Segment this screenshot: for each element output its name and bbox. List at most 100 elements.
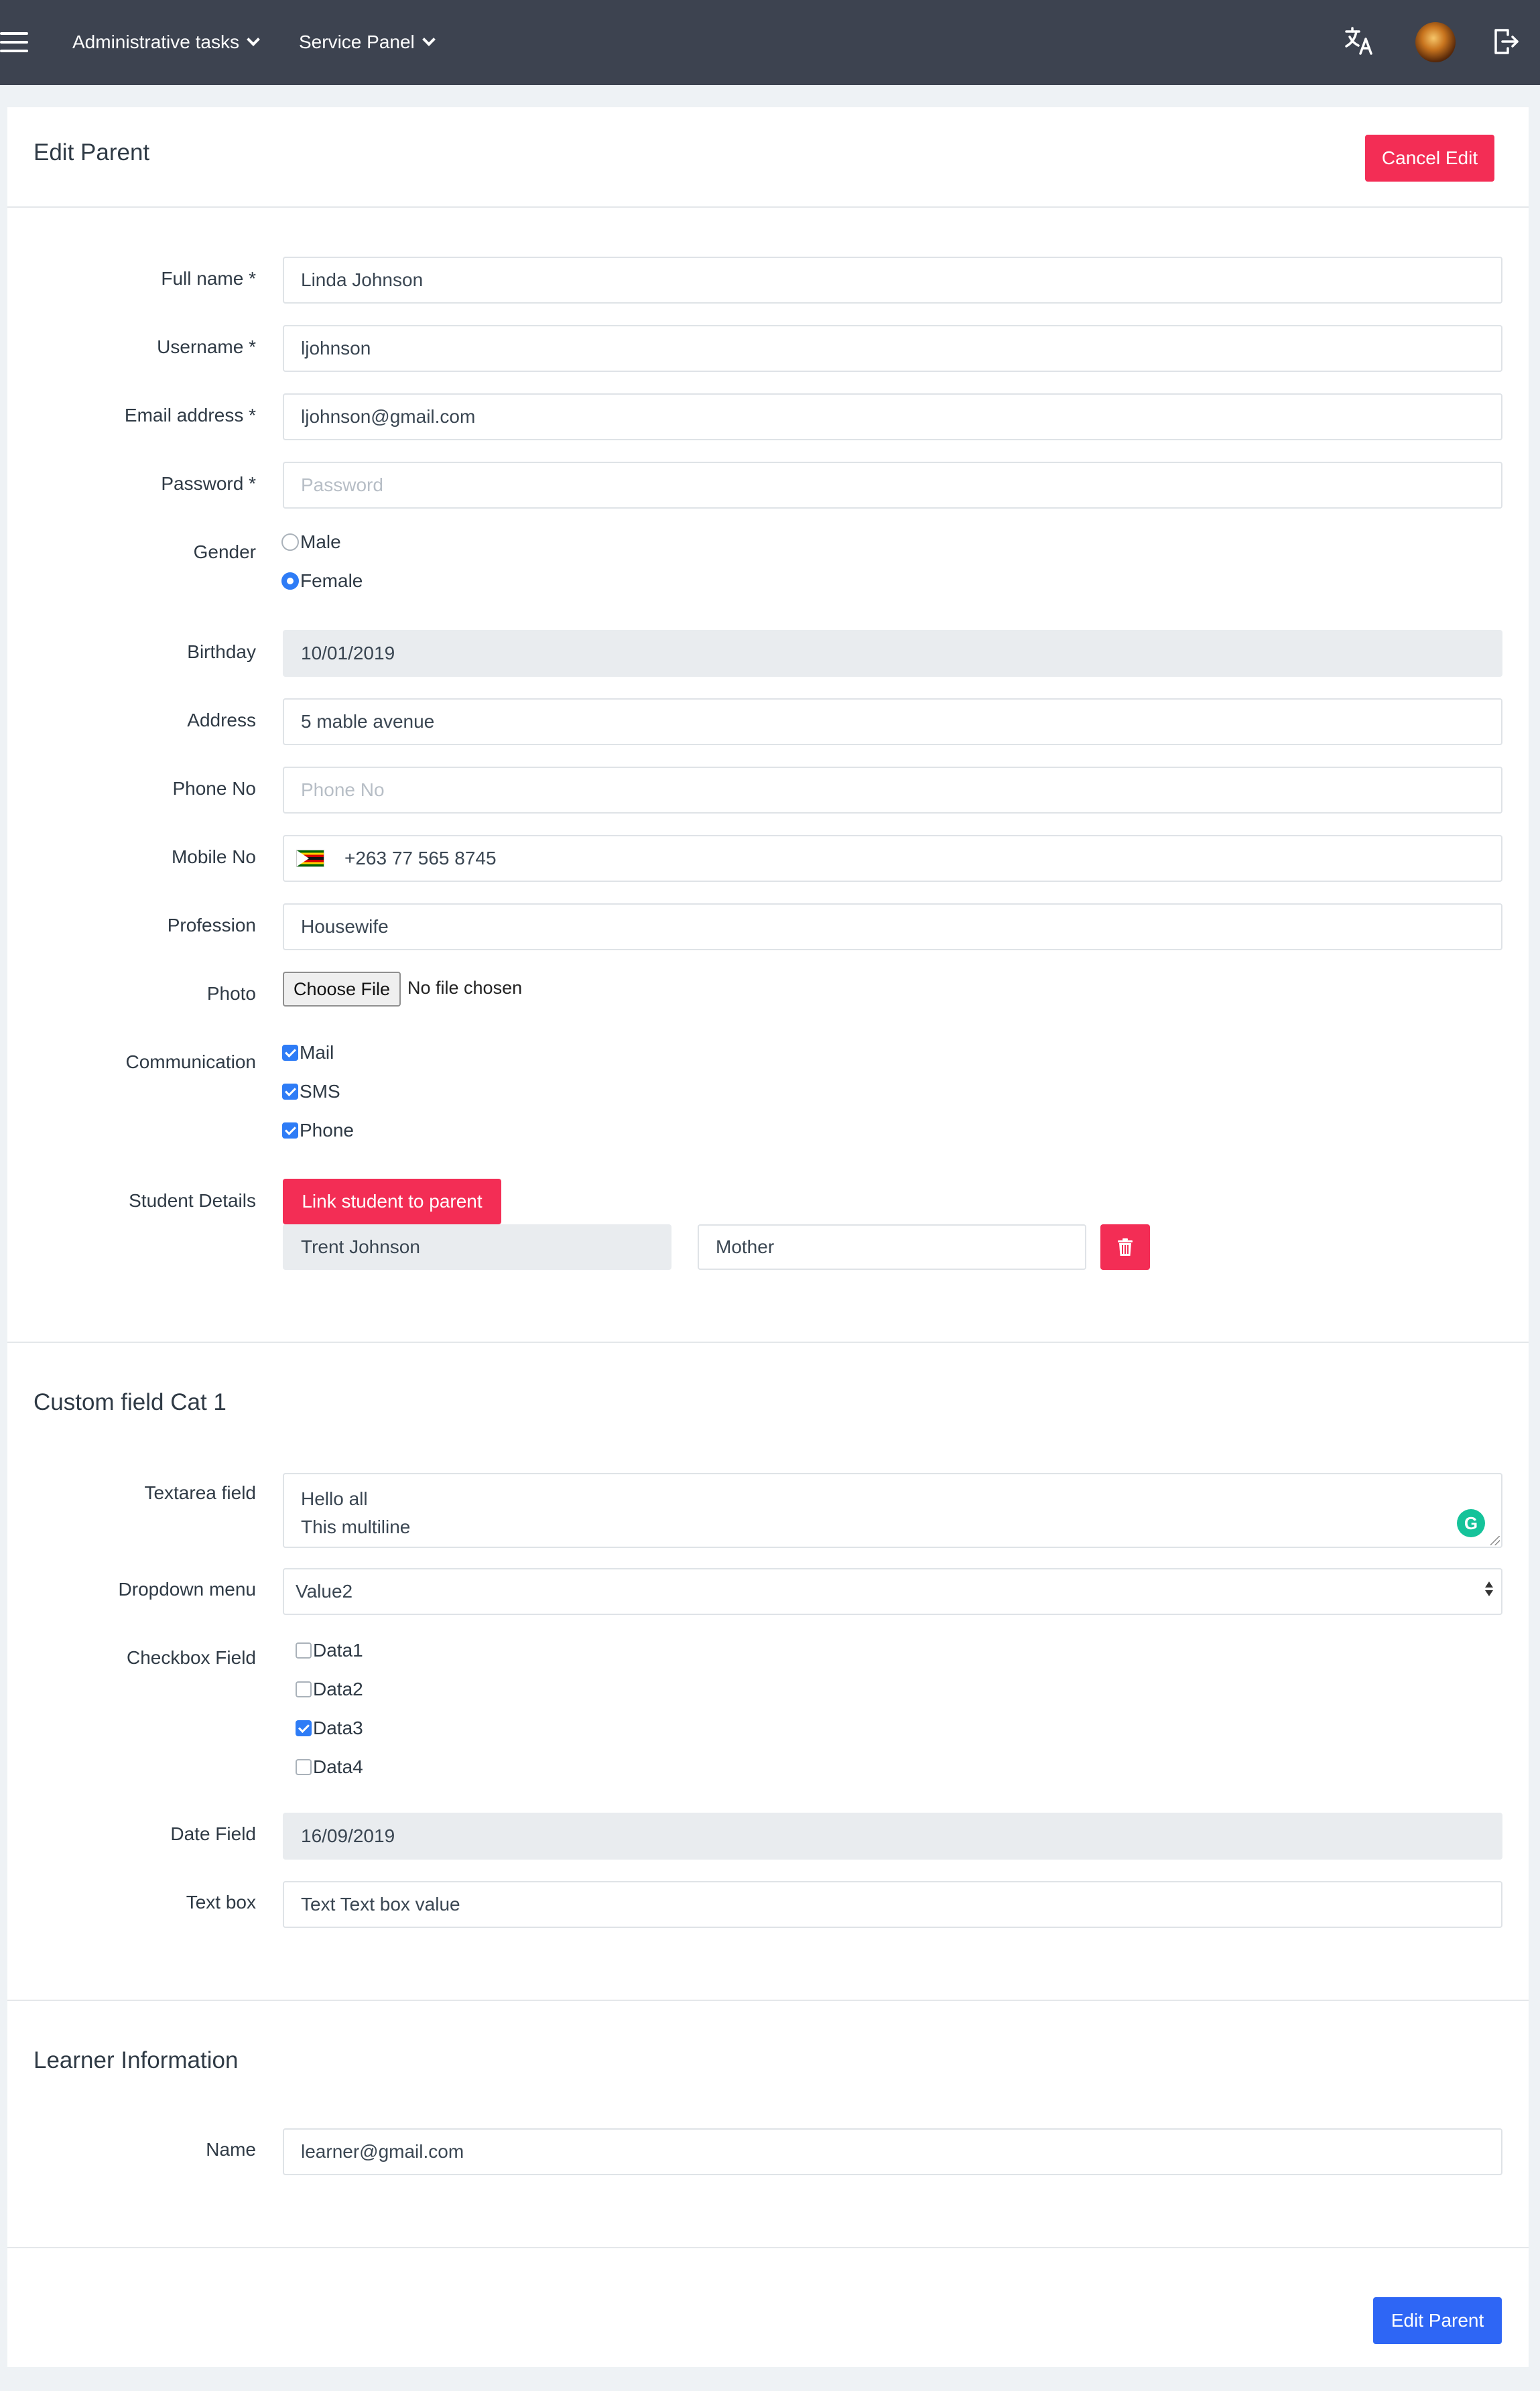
password-input[interactable]: Password [283,462,1502,509]
data4-label: Data4 [313,1756,363,1777]
text-box-value: Text Text box value [301,1894,460,1915]
checkbox-checked-icon [282,1122,298,1139]
resize-handle[interactable] [1490,1536,1500,1545]
nav-administrative-tasks[interactable]: Administrative tasks [72,29,260,55]
textarea-field[interactable]: Hello all This multiline G [283,1473,1502,1548]
communication-phone-label: Phone [300,1120,354,1141]
gender-male-label: Male [300,531,341,552]
translate-icon[interactable] [1344,25,1374,60]
dropdown-value: Value2 [296,1581,353,1602]
communication-sms-checkbox[interactable]: SMS [282,1081,340,1102]
checkbox-unchecked-icon [296,1642,312,1659]
edit-parent-submit-button[interactable]: Edit Parent [1373,2297,1502,2344]
student-details-label: Student Details [129,1190,256,1211]
logout-icon[interactable] [1493,27,1520,60]
chevron-down-icon [247,33,260,46]
section-divider [7,2000,1529,2001]
textarea-line-1: Hello all [301,1488,368,1509]
text-box-input[interactable]: Text Text box value [283,1881,1502,1928]
student-name-field: Trent Johnson [283,1224,671,1270]
dropdown-select[interactable]: Value2 [283,1568,1502,1615]
birthday-value: 10/01/2019 [301,643,395,663]
data3-label: Data3 [313,1718,363,1738]
communication-label: Communication [125,1051,256,1072]
full-name-label: Full name * [161,268,256,289]
choose-file-button[interactable]: Choose File [283,972,401,1007]
email-input[interactable]: ljohnson@gmail.com [283,393,1502,440]
textarea-label: Textarea field [144,1482,256,1503]
radio-unchecked-icon [281,533,299,551]
avatar[interactable] [1415,22,1456,62]
checkbox-field-label: Checkbox Field [127,1647,256,1668]
password-label: Password * [161,473,256,494]
username-input[interactable]: ljohnson [283,325,1502,372]
communication-mail-checkbox[interactable]: Mail [282,1042,334,1063]
trash-icon [1118,1238,1133,1256]
top-navbar: Administrative tasks Service Panel [0,0,1540,85]
phone-label: Phone No [172,778,256,799]
relation-input[interactable]: Mother [698,1224,1086,1270]
page-title: Edit Parent [34,139,150,166]
file-status: No file chosen [407,978,523,998]
profession-value: Housewife [301,916,389,937]
email-value: ljohnson@gmail.com [301,406,476,427]
text-box-label: Text box [186,1892,256,1913]
address-value: 5 mable avenue [301,711,435,732]
edit-parent-card: Edit Parent Cancel Edit Full name * Lind… [7,107,1529,2367]
birthday-input[interactable]: 10/01/2019 [283,630,1502,677]
nav-service-panel[interactable]: Service Panel [299,29,436,55]
dropdown-label: Dropdown menu [118,1579,256,1600]
learner-name-label: Name [206,2139,256,2160]
cancel-edit-button[interactable]: Cancel Edit [1365,135,1494,182]
delete-student-button[interactable] [1100,1224,1150,1270]
relation-value: Mother [716,1236,775,1257]
data2-label: Data2 [313,1679,363,1699]
checkbox-checked-icon [282,1045,298,1061]
mobile-value: +263 77 565 8745 [344,848,497,868]
date-field-input[interactable]: 16/09/2019 [283,1813,1502,1860]
communication-phone-checkbox[interactable]: Phone [282,1120,354,1141]
select-arrows-icon [1485,1581,1493,1596]
textarea-line-2: This multiline [301,1516,411,1537]
section-divider [7,1342,1529,1343]
checkbox-unchecked-icon [296,1681,312,1697]
nav-service-panel-label: Service Panel [299,31,415,52]
zimbabwe-flag-icon[interactable] [296,850,324,867]
learner-name-value: learner@gmail.com [301,2141,464,2162]
chevron-down-icon [422,33,436,46]
profession-input[interactable]: Housewife [283,903,1502,950]
footer-divider [7,2247,1529,2248]
profession-label: Profession [167,915,256,935]
nav-administrative-tasks-label: Administrative tasks [72,31,239,52]
gender-male-radio[interactable]: Male [281,531,341,553]
grammarly-icon[interactable]: G [1457,1509,1485,1537]
student-name-value: Trent Johnson [301,1236,420,1257]
custom-section-title: Custom field Cat 1 [34,1389,227,1415]
checkbox-unchecked-icon [296,1759,312,1775]
password-placeholder: Password [301,474,383,495]
mobile-input[interactable]: +263 77 565 8745 [283,835,1502,882]
radio-checked-icon [281,572,299,590]
gender-female-radio[interactable]: Female [281,570,363,592]
data4-checkbox[interactable]: Data4 [296,1756,363,1778]
menu-icon[interactable] [0,32,28,52]
gender-label: Gender [193,541,256,562]
address-input[interactable]: 5 mable avenue [283,698,1502,745]
communication-sms-label: SMS [300,1081,340,1102]
learner-section-title: Learner Information [34,2047,239,2073]
data1-checkbox[interactable]: Data1 [296,1640,363,1661]
date-field-label: Date Field [170,1823,256,1844]
birthday-label: Birthday [187,641,256,662]
phone-input[interactable]: Phone No [283,767,1502,814]
full-name-input[interactable]: Linda Johnson [283,257,1502,304]
username-value: ljohnson [301,338,371,359]
learner-name-input[interactable]: learner@gmail.com [283,2128,1502,2175]
data2-checkbox[interactable]: Data2 [296,1679,363,1700]
data3-checkbox[interactable]: Data3 [296,1718,363,1739]
checkbox-checked-icon [282,1084,298,1100]
phone-placeholder: Phone No [301,779,385,800]
photo-label: Photo [206,983,256,1004]
link-student-button[interactable]: Link student to parent [283,1179,501,1224]
username-label: Username * [157,336,256,357]
checkbox-checked-icon [296,1720,312,1736]
